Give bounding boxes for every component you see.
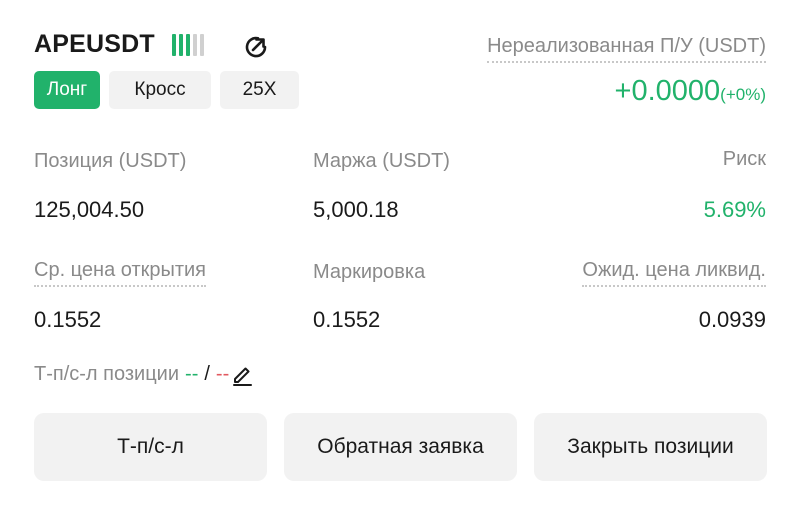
position-label: Позиция (USDT) — [34, 150, 187, 172]
signal-bar — [172, 34, 176, 56]
margin-label: Маржа (USDT) — [313, 150, 450, 172]
signal-bar — [193, 34, 197, 56]
signal-bar — [179, 34, 183, 56]
pnl-percent: (+0%) — [720, 85, 766, 104]
unrealized-pnl-label[interactable]: Нереализованная П/У (USDT) — [487, 35, 766, 63]
symbol-title: APEUSDT — [34, 30, 155, 58]
tpsl-separator: / — [204, 363, 210, 385]
tpsl-row: Т-п/с-л позиции -- / -- — [34, 363, 253, 386]
signal-bars-icon — [172, 34, 204, 56]
risk-label[interactable]: Риск — [723, 148, 766, 171]
margin-value: 5,000.18 — [313, 197, 399, 222]
pencil-icon[interactable] — [231, 364, 253, 386]
avg-entry-label[interactable]: Ср. цена открытия — [34, 259, 207, 287]
liq-price-label[interactable]: Ожид. цена ликвид. — [582, 259, 766, 287]
position-value: 125,004.50 — [34, 197, 145, 222]
mark-price-value: 0.1552 — [313, 307, 381, 332]
risk-value: 5.69% — [703, 197, 766, 222]
leverage-tag[interactable]: 25X — [220, 71, 299, 109]
pnl-amount: +0.0000 — [614, 75, 721, 107]
unrealized-pnl-value: +0.0000(+0%) — [615, 75, 766, 108]
liq-price-value: 0.0939 — [698, 307, 766, 332]
tpsl-button[interactable]: Т-п/с-л — [34, 413, 267, 481]
mark-price-label: Маркировка — [313, 261, 426, 283]
side-tag-long: Лонг — [34, 71, 100, 109]
tpsl-label: Т-п/с-л позиции — [34, 363, 180, 385]
share-arrow-icon[interactable] — [241, 32, 271, 62]
margin-mode-tag[interactable]: Кросс — [109, 71, 211, 109]
signal-bar — [200, 34, 204, 56]
tp-value: -- — [185, 363, 199, 385]
avg-entry-value: 0.1552 — [34, 307, 102, 332]
sl-value: -- — [215, 363, 230, 385]
signal-bar — [186, 34, 190, 56]
close-position-button[interactable]: Закрыть позиции — [534, 413, 767, 481]
reverse-order-button[interactable]: Обратная заявка — [284, 413, 517, 481]
